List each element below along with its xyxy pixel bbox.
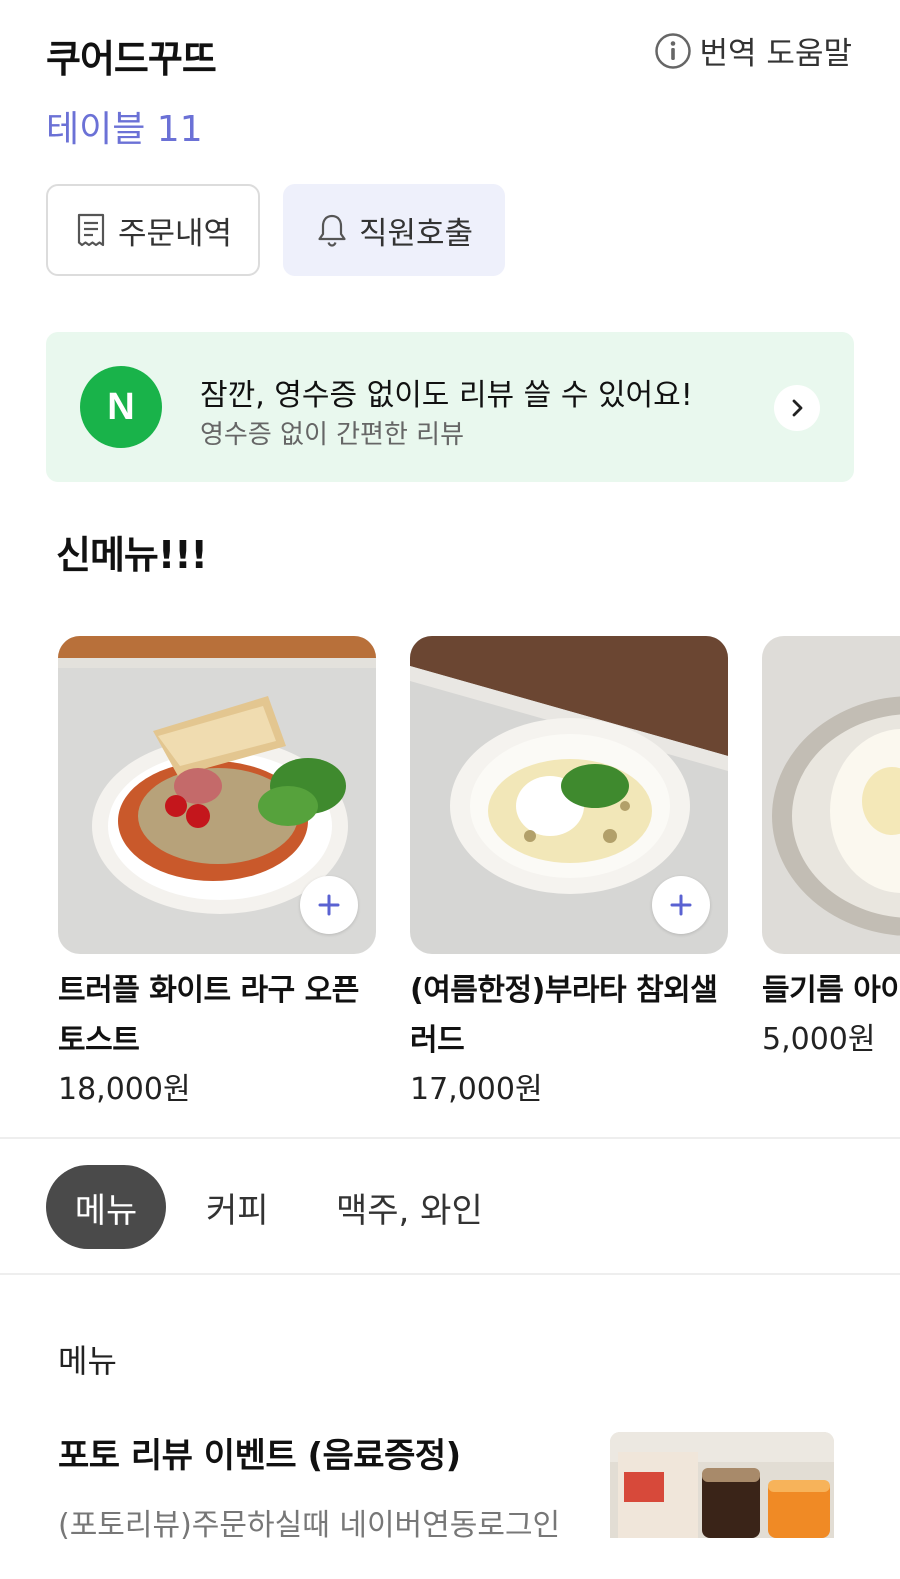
banner-subtitle: 영수증 없이 간편한 리뷰	[200, 420, 464, 450]
chevron-right-icon[interactable]	[774, 385, 820, 431]
translation-help-button[interactable]: 번역 도움말	[654, 28, 852, 73]
tab-coffee[interactable]: 커피	[206, 1165, 269, 1249]
new-menu-card[interactable]: (여름한정)부라타 참외샐러드 17,000원	[410, 636, 728, 1114]
order-history-label: 주문내역	[117, 215, 233, 252]
banner-title: 잠깐, 영수증 없이도 리뷰 쓸 수 있어요!	[200, 378, 693, 413]
tab-menu[interactable]: 메뉴	[46, 1165, 166, 1249]
divider	[0, 1273, 900, 1275]
tab-beer-wine[interactable]: 맥주, 와인	[336, 1165, 483, 1249]
menu-name: 트러플 화이트 라구 오픈 토스트	[58, 973, 359, 1058]
menu-price: 18,000원	[58, 1072, 191, 1107]
menu-item-description: (포토리뷰)주문하실때 네이버연동로그인	[58, 1508, 561, 1543]
divider	[0, 1137, 900, 1139]
store-name: 쿠어드꾸뜨	[46, 37, 217, 81]
menu-name: 들기름 아이	[762, 973, 900, 1008]
add-to-cart-button[interactable]	[300, 876, 358, 934]
call-staff-button[interactable]: 직원호출	[283, 184, 505, 276]
menu-item-photo[interactable]	[610, 1432, 834, 1538]
naver-logo: N	[80, 366, 162, 448]
table-number: 테이블 11	[46, 109, 203, 150]
menu-item-title[interactable]: 포토 리뷰 이벤트 (음료증정)	[58, 1428, 461, 1477]
bell-icon	[318, 214, 346, 247]
menu-photo	[762, 636, 900, 954]
receipt-icon	[77, 213, 105, 247]
review-banner[interactable]: N 잠깐, 영수증 없이도 리뷰 쓸 수 있어요! 영수증 없이 간편한 리뷰	[46, 332, 854, 482]
bottom-fade	[0, 1540, 900, 1579]
new-menu-card[interactable]: 들기름 아이 5,000원	[762, 636, 900, 1064]
new-menu-title: 신메뉴!!!	[56, 533, 208, 577]
menu-name: (여름한정)부라타 참외샐러드	[410, 973, 718, 1058]
plus-icon	[670, 894, 692, 916]
menu-photo	[58, 636, 376, 954]
order-history-button[interactable]: 주문내역	[46, 184, 260, 276]
new-menu-card[interactable]: 트러플 화이트 라구 오픈 토스트 18,000원	[58, 636, 376, 1114]
add-to-cart-button[interactable]	[652, 876, 710, 934]
menu-price: 17,000원	[410, 1072, 543, 1107]
menu-price: 5,000원	[762, 1022, 876, 1057]
help-label: 번역 도움말	[699, 36, 852, 72]
category-label: 메뉴	[58, 1342, 117, 1380]
plus-icon	[318, 894, 340, 916]
menu-photo	[410, 636, 728, 954]
info-circle-icon	[654, 32, 691, 69]
call-staff-label: 직원호출	[358, 215, 474, 252]
